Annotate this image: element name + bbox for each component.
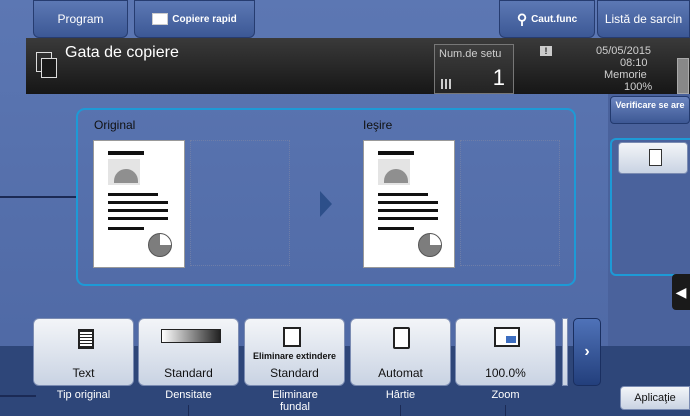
page-icon	[649, 149, 662, 166]
caption-density: Densitate	[165, 389, 212, 401]
density-button[interactable]: Standard	[138, 318, 239, 386]
verify-settings-button[interactable]: Verificare se are	[610, 96, 690, 124]
quick-copy-button[interactable]: Copiere rapid	[134, 0, 255, 38]
original-label: Original	[94, 118, 136, 132]
job-list-label: Listă de sarcin	[604, 12, 683, 26]
page-preview-button[interactable]	[618, 142, 688, 174]
caption-background-removal: Eliminare fundal	[272, 389, 318, 413]
next-function-partial	[562, 318, 568, 386]
time-text: 08:10	[620, 57, 648, 69]
application-button[interactable]: Aplicaţie	[620, 386, 690, 410]
original-type-value: Text	[72, 366, 95, 380]
quick-copy-label: Copiere rapid	[172, 13, 237, 25]
quick-copy-icon	[152, 13, 169, 25]
zoom-button[interactable]: 100.0%	[455, 318, 556, 386]
next-functions-button[interactable]: ›	[573, 318, 601, 386]
caption-original-type: Tip original	[56, 389, 111, 401]
search-icon: ⚲	[516, 10, 528, 27]
sets-value: 1	[492, 65, 505, 90]
paper-button[interactable]: Automat	[350, 318, 451, 386]
original-placeholder	[190, 140, 290, 266]
zoom-icon	[494, 327, 520, 347]
callout-line	[0, 395, 36, 397]
caption-paper: Hârtie	[385, 389, 416, 401]
sets-label: Num.de setu	[439, 48, 502, 60]
zoom-value: 100.0%	[485, 366, 526, 380]
paper-icon	[393, 327, 410, 349]
page-title: Gata de copiere	[65, 44, 179, 61]
toner-indicator-icon	[677, 58, 689, 94]
text-document-icon	[78, 329, 94, 349]
application-label: Aplicaţie	[634, 392, 676, 404]
program-button[interactable]: Program	[33, 0, 128, 38]
program-label: Program	[57, 12, 104, 26]
warning-icon: !	[540, 46, 552, 56]
keypad-icon	[441, 79, 451, 89]
original-page-icon	[93, 140, 185, 268]
background-removal-mode: Eliminare extindere	[252, 351, 337, 361]
background-removal-button[interactable]: Eliminare extindere Standard	[244, 318, 345, 386]
chevron-right-icon: ›	[584, 343, 590, 360]
search-function-label: Caut.func	[531, 13, 578, 25]
density-scale-icon	[161, 329, 221, 343]
arrow-right-icon	[320, 191, 332, 217]
copy-icon	[36, 52, 57, 78]
job-list-button[interactable]: Listă de sarcin	[597, 0, 690, 38]
callout-line	[400, 405, 401, 416]
chevron-left-icon: ◀	[675, 284, 687, 300]
verify-settings-label: Verificare se are	[615, 100, 685, 110]
background-removal-icon	[283, 327, 301, 347]
output-page-icon	[363, 140, 455, 268]
paper-value: Automat	[378, 366, 423, 380]
callout-line	[188, 405, 189, 416]
memory-label: Memorie	[604, 69, 647, 81]
caption-zoom: Zoom	[491, 389, 520, 401]
output-placeholder	[460, 140, 560, 266]
date-text: 05/05/2015	[596, 45, 652, 57]
callout-line	[0, 196, 78, 198]
output-label: Ieşire	[363, 118, 393, 132]
density-value: Standard	[164, 366, 213, 380]
number-of-sets-box[interactable]: Num.de setu 1	[434, 44, 514, 94]
callout-line	[505, 405, 506, 416]
background-removal-value: Standard	[270, 366, 319, 380]
collapse-panel-button[interactable]: ◀	[672, 274, 690, 310]
memory-value: 100%	[624, 81, 653, 93]
original-type-button[interactable]: Text	[33, 318, 134, 386]
search-function-button[interactable]: ⚲ Caut.func	[499, 0, 595, 38]
